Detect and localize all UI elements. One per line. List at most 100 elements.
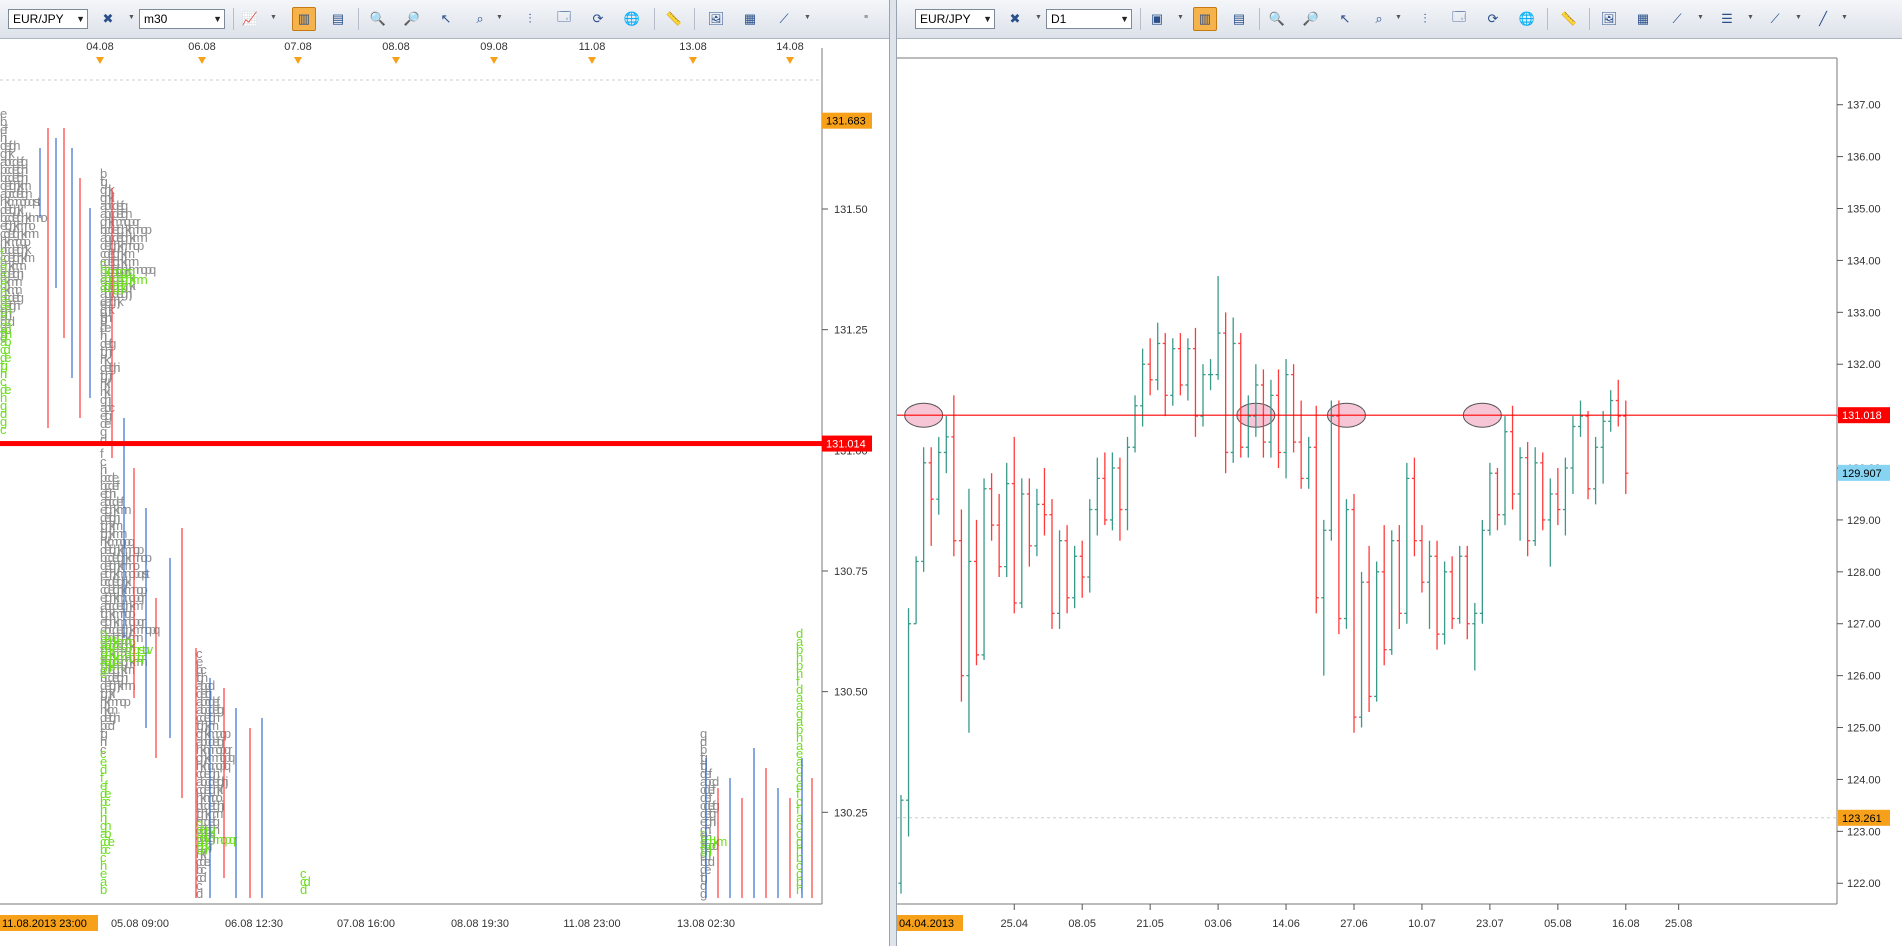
zoom-out-icon[interactable]: 🔎 bbox=[1299, 7, 1323, 31]
draw-tools-icon[interactable]: ⟋ bbox=[1665, 7, 1689, 31]
chevron-down-icon: ▼ bbox=[983, 14, 992, 24]
template-icon[interactable]: ▦ bbox=[738, 7, 762, 31]
lines-style-icon[interactable]: ☰ bbox=[1715, 7, 1739, 31]
right-price-tick-label: 132.00 bbox=[1847, 359, 1881, 371]
chevron-down-icon[interactable]: ▼ bbox=[1747, 14, 1754, 21]
remove-object-icon[interactable]: ✖ bbox=[1003, 7, 1027, 31]
chevron-down-icon[interactable]: ▼ bbox=[496, 14, 503, 21]
right-date-label: 21.05 bbox=[1136, 918, 1164, 930]
chart-settings-icon[interactable]: 🗔 bbox=[552, 7, 576, 31]
refresh-icon[interactable]: ⟳ bbox=[1481, 7, 1505, 31]
separator bbox=[654, 8, 655, 30]
left-symbol-value: EUR/JPY bbox=[13, 12, 64, 26]
right-plot-background bbox=[897, 58, 1837, 926]
right-date-label: 16.08 bbox=[1612, 918, 1640, 930]
left-top-date-label: 06.08 bbox=[188, 41, 216, 53]
indicator-icon[interactable]: ⫶ bbox=[1413, 7, 1437, 31]
right-date-label: 08.05 bbox=[1068, 918, 1096, 930]
chevron-down-icon[interactable]: ▼ bbox=[1177, 14, 1184, 21]
zoom-area-icon[interactable]: ⌕ bbox=[468, 7, 492, 31]
zoom-out-icon[interactable]: 🔎 bbox=[400, 7, 424, 31]
refresh-icon[interactable]: ⟳ bbox=[586, 7, 610, 31]
left-start-marker: 11.08.2013 23:00 bbox=[0, 915, 98, 931]
left-price-tick-label: 130.25 bbox=[834, 807, 868, 819]
chevron-down-icon[interactable]: ▼ bbox=[270, 14, 277, 21]
template-icon[interactable]: ▦ bbox=[1631, 7, 1655, 31]
right-price-tick-label: 134.00 bbox=[1847, 255, 1881, 267]
left-symbol-select[interactable]: EUR/JPY ▼ bbox=[8, 9, 88, 29]
chart-type-icon[interactable]: 📈 bbox=[238, 7, 262, 31]
left-bottom-time-label: 11.08 23:00 bbox=[563, 918, 620, 930]
chevron-down-icon[interactable]: ▼ bbox=[1395, 14, 1402, 21]
cursor-icon[interactable]: ↖ bbox=[1333, 7, 1357, 31]
left-start-marker-text: 11.08.2013 23:00 bbox=[2, 918, 87, 930]
right-price-tick-label: 135.00 bbox=[1847, 204, 1881, 216]
left-bottom-time-label: 13.08 02:30 bbox=[677, 918, 735, 930]
right-price-tick-label: 123.00 bbox=[1847, 826, 1881, 838]
chevron-down-icon[interactable]: ▼ bbox=[1841, 14, 1848, 21]
left-price-tick-label: 131.50 bbox=[834, 204, 868, 216]
candle-type-icon[interactable]: ▣ bbox=[1145, 7, 1169, 31]
remove-object-icon[interactable]: ✖ bbox=[96, 7, 120, 31]
right-price-tick-label: 136.00 bbox=[1847, 152, 1881, 164]
left-timeframe-select[interactable]: m30 ▼ bbox=[139, 9, 225, 29]
left-chart-area[interactable]: ebefhijdefghghijkabcdefgbcdefghibcdefghi… bbox=[0, 38, 890, 946]
globe-icon[interactable]: 🌐 bbox=[1515, 7, 1539, 31]
right-price-tick-label: 125.00 bbox=[1847, 723, 1881, 735]
bar-chart-icon[interactable]: ▥ bbox=[292, 7, 316, 31]
left-chart-window: EUR/JPY ▼ ✖ ▼ m30 ▼ 📈 ▼ ▥ ▤ 🔍 🔎 ↖ ⌕ ▼ ⫶ … bbox=[0, 0, 890, 946]
profile-icon[interactable]: ▤ bbox=[326, 7, 350, 31]
indicator-icon[interactable]: ⫶ bbox=[518, 7, 542, 31]
pen-color-icon[interactable]: ╱ bbox=[1811, 7, 1835, 31]
chevron-down-icon: ▼ bbox=[213, 14, 222, 24]
right-symbol-select[interactable]: EUR/JPY ▼ bbox=[915, 9, 995, 29]
zoom-in-icon[interactable]: 🔍 bbox=[1265, 7, 1289, 31]
image-icon[interactable]: 🖼 bbox=[704, 7, 728, 31]
right-crosshair-price-marker: 129.907 bbox=[1838, 464, 1890, 481]
right-chart-window: EUR/JPY ▼ ✖ ▼ D1 ▼ ▣ ▼ ▥ ▤ 🔍 🔎 ↖ ⌕ ▼ ⫶ 🗔… bbox=[896, 0, 1902, 946]
right-price-tick-label: 129.00 bbox=[1847, 515, 1881, 527]
chevron-down-icon[interactable]: ▼ bbox=[1795, 14, 1802, 21]
chart-settings-icon[interactable]: 🗔 bbox=[1447, 7, 1471, 31]
chevron-down-icon: ▼ bbox=[76, 14, 85, 24]
right-price-tick-label: 127.00 bbox=[1847, 619, 1881, 631]
left-top-date-label: 09.08 bbox=[480, 41, 508, 53]
left-high-marker-text: 131.683 bbox=[826, 116, 866, 128]
tpo-letters: cdefghijk bbox=[100, 280, 128, 295]
ruler-icon[interactable]: 📏 bbox=[1557, 7, 1581, 31]
chevron-down-icon[interactable]: ▼ bbox=[1035, 14, 1042, 21]
right-price-tick-label: 137.00 bbox=[1847, 100, 1881, 112]
right-start-marker: 04.04.2013 bbox=[897, 915, 963, 931]
separator bbox=[694, 8, 695, 30]
right-timeframe-select[interactable]: D1 ▼ bbox=[1046, 9, 1132, 29]
ruler-icon[interactable]: 📏 bbox=[662, 7, 686, 31]
zoom-area-icon[interactable]: ⌕ bbox=[1367, 7, 1391, 31]
right-current-price-marker: 131.018 bbox=[1838, 407, 1890, 424]
image-icon[interactable]: 🖼 bbox=[1597, 7, 1621, 31]
bar-chart-icon[interactable]: ▥ bbox=[1193, 7, 1217, 31]
left-current-price-text: 131.014 bbox=[826, 439, 866, 451]
left-current-price-marker: 131.014 bbox=[822, 435, 872, 452]
left-bottom-time-label: 07.08 16:00 bbox=[337, 918, 395, 930]
left-price-tick-label: 131.25 bbox=[834, 325, 868, 337]
chevron-down-icon[interactable]: ▼ bbox=[128, 14, 135, 21]
more-icon[interactable]: ≡ bbox=[864, 14, 868, 21]
left-high-marker: 131.683 bbox=[822, 112, 872, 129]
right-date-label: 10.07 bbox=[1408, 918, 1436, 930]
right-price-axis: 137.00 136.00 135.00 134.00 133.00 132.00 131.… bbox=[1837, 100, 1881, 890]
left-top-date-label: 07.08 bbox=[284, 41, 312, 53]
right-chart-area[interactable]: 137.00 136.00 135.00 134.00 133.00 132.00 131.… bbox=[897, 38, 1902, 946]
left-bottom-time-label: 08.08 19:30 bbox=[451, 918, 509, 930]
left-price-tick-label: 130.75 bbox=[834, 566, 868, 578]
trendline-icon[interactable]: ⟋ bbox=[1763, 7, 1787, 31]
right-symbol-value: EUR/JPY bbox=[920, 12, 971, 26]
chevron-down-icon[interactable]: ▼ bbox=[804, 14, 811, 21]
draw-tools-icon[interactable]: ⟋ bbox=[772, 7, 796, 31]
left-price-axis: 131.50131.25131.00130.75130.50130.25 bbox=[822, 204, 868, 819]
cursor-icon[interactable]: ↖ bbox=[434, 7, 458, 31]
chevron-down-icon[interactable]: ▼ bbox=[1697, 14, 1704, 21]
left-top-date-label: 13.08 bbox=[679, 41, 707, 53]
globe-icon[interactable]: 🌐 bbox=[620, 7, 644, 31]
zoom-in-icon[interactable]: 🔍 bbox=[366, 7, 390, 31]
profile-icon[interactable]: ▤ bbox=[1227, 7, 1251, 31]
